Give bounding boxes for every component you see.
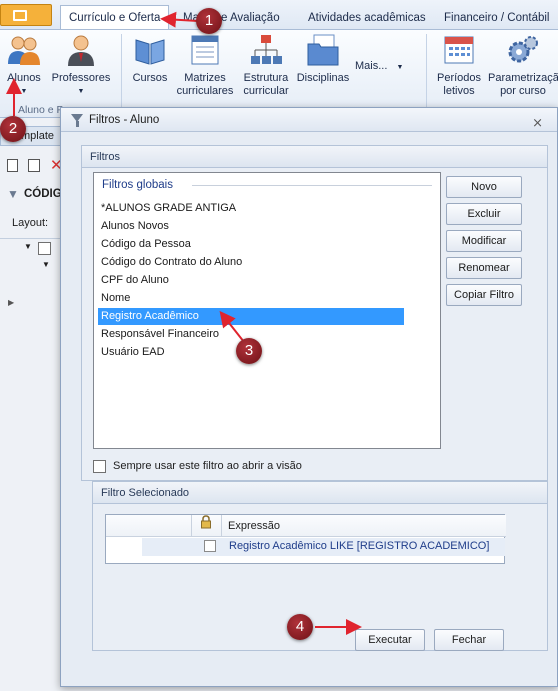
- grid-header-blank: [106, 515, 192, 537]
- alunos-button[interactable]: Alunos ▼: [4, 32, 44, 98]
- row-indicator-icon: ▶: [8, 298, 15, 307]
- periodos-label-1: Períodos: [436, 72, 482, 84]
- filters-dialog: Filtros - Aluno ⨯ Filtros Filtros globai…: [60, 107, 558, 687]
- toolbar-edit-icon[interactable]: [28, 159, 40, 172]
- disciplinas-button[interactable]: Disciplinas: [296, 32, 350, 85]
- cursos-button[interactable]: Cursos: [128, 32, 172, 85]
- tab-matrizes-label-end: e Avaliação: [220, 12, 280, 24]
- alunos-label: Alunos: [7, 72, 41, 84]
- param-label-2: por curso: [500, 85, 546, 97]
- excluir-button[interactable]: Excluir: [446, 203, 522, 225]
- callout-marker-3: 3: [236, 338, 262, 364]
- periodos-label-2: letivos: [443, 85, 475, 97]
- mais-button[interactable]: Mais... ▼: [355, 60, 415, 74]
- list-item-selected[interactable]: Registro Acadêmico: [98, 308, 404, 325]
- teacher-icon: [63, 32, 99, 68]
- tree-expander-icon[interactable]: ▼: [24, 242, 32, 251]
- app-menu-icon: [13, 10, 27, 21]
- callout-marker-4: 4: [287, 614, 313, 640]
- grid-header-expressao: Expressão: [222, 515, 506, 537]
- always-use-checkbox[interactable]: [93, 460, 106, 473]
- estrutura-label-1: Estrutura: [243, 72, 289, 84]
- tab-matrizes-e-avaliacao[interactable]: Ma e Avaliação: [175, 6, 288, 30]
- expression-grid: Expressão Registro Acadêmico LIKE [REGIS…: [105, 514, 506, 564]
- calendar-icon: [441, 32, 477, 68]
- list-group-header: Filtros globais: [102, 179, 173, 191]
- ribbon-group-label: Aluno e P: [18, 104, 64, 116]
- dialog-title: Filtros - Aluno: [89, 114, 160, 126]
- param-label-1: Parametrizaçã: [488, 72, 558, 84]
- parametrizacao-button[interactable]: Parametrizaçã por curso: [488, 32, 558, 98]
- novo-button[interactable]: Novo: [446, 176, 522, 198]
- filters-panel-title: Filtros: [82, 146, 547, 168]
- fechar-button[interactable]: Fechar: [434, 629, 504, 651]
- copiar-filtro-button[interactable]: Copiar Filtro: [446, 284, 522, 306]
- renomear-button[interactable]: Renomear: [446, 257, 522, 279]
- search-field-label: CÓDIG: [24, 188, 62, 200]
- list-item[interactable]: Código do Contrato do Aluno: [98, 254, 404, 271]
- row-checkbox[interactable]: [204, 540, 216, 552]
- tab-curriculo-e-oferta[interactable]: Currículo e Oferta: [60, 5, 170, 29]
- mais-label: Mais...: [355, 60, 388, 72]
- tab-financeiro-contabil[interactable]: Financeiro / Contábil: [436, 6, 557, 30]
- grid-document-icon: [187, 32, 223, 68]
- always-use-label: Sempre usar este filtro ao abrir a visão: [113, 460, 302, 472]
- close-icon[interactable]: ⨯: [532, 111, 543, 135]
- ribbon-separator-2: [426, 34, 427, 114]
- cursos-label: Cursos: [132, 72, 168, 84]
- divider: [0, 238, 62, 239]
- list-item[interactable]: CPF do Aluno: [98, 272, 404, 289]
- lock-icon: [192, 515, 222, 537]
- list-item[interactable]: Nome: [98, 290, 404, 307]
- estrutura-label-2: curricular: [243, 85, 289, 97]
- hierarchy-icon: [248, 32, 284, 68]
- toolbar-new-icon[interactable]: [7, 159, 18, 172]
- list-item[interactable]: *ALUNOS GRADE ANTIGA: [98, 200, 404, 217]
- list-item[interactable]: Código da Pessoa: [98, 236, 404, 253]
- folder-documents-icon: [305, 32, 341, 68]
- professores-dropdown-icon: ▼: [77, 88, 85, 95]
- ribbon: Alunos ▼ Professores ▼ Cursos Matrizes c…: [0, 30, 558, 118]
- selected-filter-panel: Filtro Selecionado Expressão Registro Ac…: [92, 481, 548, 651]
- list-item[interactable]: Alunos Novos: [98, 218, 404, 235]
- funnel-icon: [71, 114, 83, 127]
- matrizes-curriculares-button[interactable]: Matrizes curriculares: [174, 32, 236, 98]
- ribbon-separator: [121, 34, 122, 114]
- dialog-title-bar: Filtros - Aluno ⨯: [61, 108, 557, 132]
- filter-icon[interactable]: ▼: [7, 187, 19, 201]
- estrutura-curricular-button[interactable]: Estrutura curricular: [238, 32, 294, 98]
- alunos-dropdown-icon: ▼: [20, 88, 28, 95]
- application-menu-button[interactable]: [0, 4, 52, 26]
- students-icon: [6, 32, 42, 68]
- tree-expander-icon-2[interactable]: ▼: [42, 260, 50, 269]
- professores-button[interactable]: Professores ▼: [50, 32, 112, 98]
- periodos-letivos-button[interactable]: Períodos letivos: [434, 32, 484, 98]
- book-icon: [132, 32, 168, 68]
- callout-marker-2: 2: [0, 116, 26, 142]
- gears-icon: [505, 32, 541, 68]
- selected-filter-title: Filtro Selecionado: [93, 482, 547, 504]
- filters-list[interactable]: Filtros globais *ALUNOS GRADE ANTIGA Alu…: [93, 172, 441, 449]
- row-expression: Registro Acadêmico LIKE [REGISTRO ACADEM…: [229, 540, 490, 552]
- disciplinas-label: Disciplinas: [296, 72, 350, 84]
- tab-atividades-academicas[interactable]: Atividades acadêmicas: [300, 6, 434, 30]
- mais-dropdown-icon: ▼: [396, 64, 404, 71]
- layout-label: Layout:: [12, 217, 49, 229]
- ribbon-tab-bar: Currículo e Oferta Ma e Avaliação Ativida…: [0, 0, 558, 30]
- matrizes-label-2: curriculares: [176, 85, 234, 97]
- professores-label: Professores: [51, 72, 111, 84]
- modificar-button[interactable]: Modificar: [446, 230, 522, 252]
- executar-button[interactable]: Executar: [355, 629, 425, 651]
- list-group-divider: [192, 185, 432, 186]
- matrizes-label-1: Matrizes: [184, 72, 226, 84]
- callout-marker-1: 1: [196, 8, 222, 34]
- table-row[interactable]: Registro Acadêmico LIKE [REGISTRO ACADEM…: [142, 538, 505, 556]
- tree-checkbox[interactable]: [38, 242, 51, 255]
